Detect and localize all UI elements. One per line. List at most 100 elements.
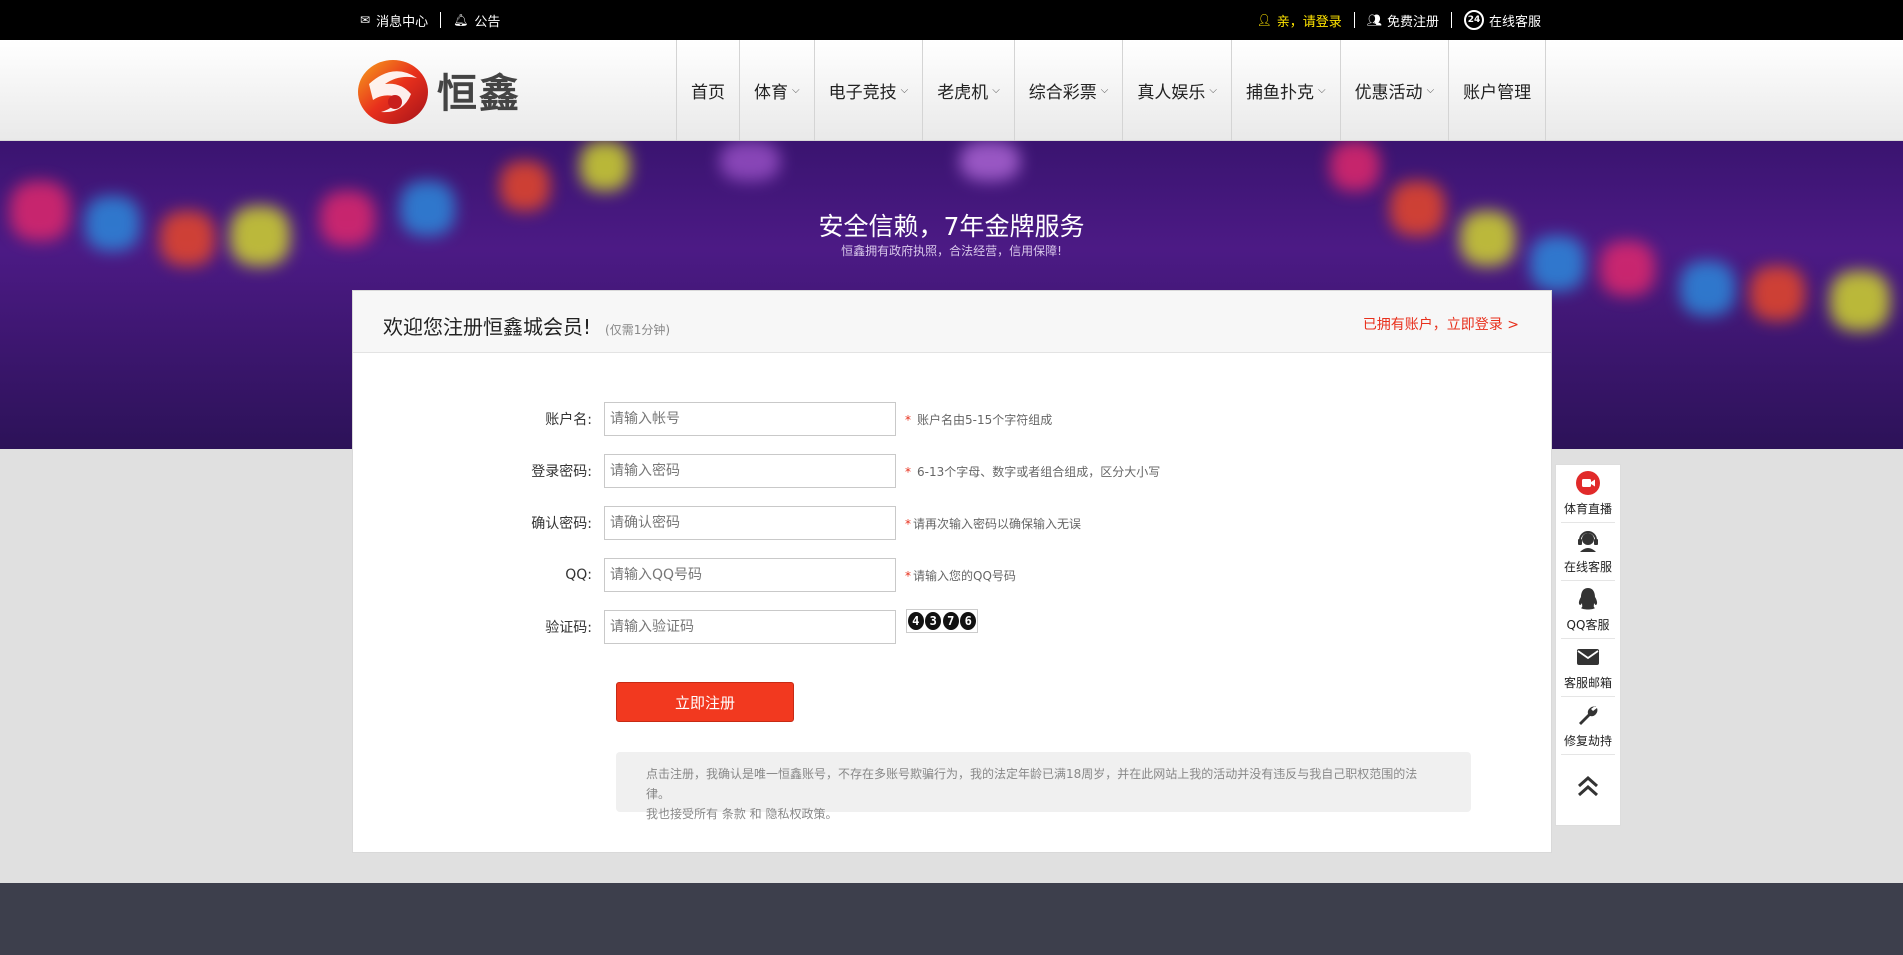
login-link[interactable]: 👤︎ 亲，请登录: [1256, 11, 1341, 30]
back-to-top-button[interactable]: [1556, 755, 1620, 817]
register-submit-button[interactable]: 立即注册: [616, 682, 794, 722]
side-fix-hijack[interactable]: 修复劫持: [1561, 697, 1615, 755]
envelope-icon: ✉: [360, 13, 371, 27]
captcha-char: 3: [925, 612, 942, 630]
captcha-label: 验证码:: [545, 620, 592, 636]
side-toolbar: 体育直播 在线客服 QQ客服 客服邮箱 修复劫持: [1555, 464, 1621, 826]
bell-icon: 🔔︎: [453, 13, 469, 27]
login-label: 亲，请登录: [1276, 14, 1342, 30]
qq-row: QQ: *请输入您的QQ号码: [353, 557, 1016, 593]
register-label: 免费注册: [1386, 14, 1439, 30]
username-input[interactable]: [604, 402, 896, 436]
nav-slots[interactable]: 老虎机 ⌵: [923, 40, 1015, 141]
logo[interactable]: 恒鑫: [355, 54, 521, 126]
divider: [1353, 12, 1355, 28]
nav-live-casino[interactable]: 真人娱乐 ⌵: [1123, 40, 1232, 141]
nav-lottery[interactable]: 综合彩票 ⌵: [1015, 40, 1124, 141]
nav-label: 综合彩票: [1028, 83, 1097, 103]
agreement-box: 点击注册，我确认是唯一恒鑫账号，不存在多账号欺骗行为，我的法定年龄已满18周岁，…: [616, 752, 1471, 821]
confirm-password-tip: * 请再次输入密码以确保输入无误: [905, 515, 1081, 532]
top-bar: ✉ 消息中心 🔔︎ 公告 👤︎ 亲，请登录 👥︎ 免费注册 24 在线客服: [0, 0, 1903, 40]
messages-link[interactable]: ✉ 消息中心: [360, 11, 428, 30]
logo-text: 恒鑫: [437, 70, 521, 117]
side-qq-service[interactable]: QQ客服: [1561, 581, 1615, 639]
bokeh-light: [720, 141, 780, 181]
username-tip-text: 账户名由5-15个字符组成: [917, 412, 1053, 427]
bokeh-light: [500, 161, 550, 211]
register-link[interactable]: 👥︎ 免费注册: [1367, 11, 1439, 30]
chevron-down-icon: ⌵: [1426, 85, 1435, 96]
logo-icon: [355, 54, 431, 126]
divider: [440, 12, 442, 28]
nav-promotions[interactable]: 优惠活动 ⌵: [1341, 40, 1450, 141]
double-chevron-up-icon: [1578, 775, 1598, 797]
captcha-input[interactable]: [604, 610, 896, 644]
banner-subtitle: 恒鑫拥有政府执照，合法经营，信用保障!: [841, 244, 1062, 258]
nav-label: 优惠活动: [1354, 83, 1423, 103]
password-input[interactable]: [604, 454, 896, 488]
nav-fishing-poker[interactable]: 捕鱼扑克 ⌵: [1232, 40, 1341, 141]
service-label: 在线客服: [1488, 14, 1541, 30]
nav-label: 首页: [691, 83, 725, 103]
side-label: 在线客服: [1563, 560, 1612, 574]
confirm-password-input[interactable]: [604, 506, 896, 540]
banner-slogan: 安全信赖，7年金牌服务: [818, 212, 1085, 241]
messages-label: 消息中心: [376, 14, 429, 30]
main-nav: 首页 体育 ⌵ 电子竞技 ⌵ 老虎机 ⌵ 综合彩票 ⌵ 真人娱乐 ⌵ 捕鱼扑克 ⌵ 优惠活动…: [676, 40, 1547, 141]
nav-label: 电子竞技: [828, 83, 897, 103]
side-label: 客服邮箱: [1563, 676, 1612, 690]
side-email-service[interactable]: 客服邮箱: [1561, 639, 1615, 697]
bokeh-light: [960, 141, 1020, 181]
nav-label: 老虎机: [937, 83, 989, 103]
side-label: QQ客服: [1566, 618, 1610, 632]
notice-label: 公告: [474, 14, 501, 30]
service-link[interactable]: 24 在线客服: [1463, 10, 1541, 30]
qq-penguin-icon: [1575, 586, 1601, 612]
notice-link[interactable]: 🔔︎ 公告: [453, 11, 500, 30]
captcha-char: 4: [907, 612, 924, 630]
nav-esports[interactable]: 电子竞技 ⌵: [815, 40, 924, 141]
live-video-icon: [1575, 470, 1601, 496]
qq-input[interactable]: [604, 558, 896, 592]
user-icon: 👤︎: [1256, 13, 1272, 27]
nav-label: 真人娱乐: [1137, 83, 1206, 103]
agreement-line-2: 我也接受所有 条款 和 隐私权政策。: [646, 807, 838, 821]
chevron-down-icon: ⌵: [1100, 85, 1109, 96]
user-plus-icon: 👥︎: [1366, 13, 1382, 27]
confirm-password-row: 确认密码: * 请再次输入密码以确保输入无误: [353, 505, 1081, 541]
required-star: *: [905, 516, 911, 531]
bokeh-light: [1830, 271, 1890, 331]
chevron-down-icon: ⌵: [1317, 85, 1326, 96]
login-existing-link[interactable]: 已拥有账户，立即登录 >: [1363, 314, 1519, 334]
nav-sports[interactable]: 体育 ⌵: [740, 40, 815, 141]
bokeh-light: [580, 141, 630, 191]
register-card: 欢迎您注册恒鑫城会员!(仅需1分钟) 已拥有账户，立即登录 > 账户名: *账户…: [352, 290, 1552, 853]
nav-label: 体育: [754, 83, 788, 103]
required-star: *: [905, 464, 911, 479]
card-header: 欢迎您注册恒鑫城会员! (仅需1分钟) 已拥有账户，立即登录 >: [353, 291, 1551, 353]
footer: [0, 883, 1903, 955]
username-row: 账户名: * 账户名由5-15个字符组成: [353, 401, 1052, 437]
nav-label: 捕鱼扑克: [1245, 83, 1314, 103]
24h-service-icon: 24: [1463, 10, 1484, 30]
chevron-down-icon: ⌵: [792, 85, 800, 96]
password-row: 登录密码: * 6-13个字母、数字或者组合组成，区分大小写: [353, 453, 1160, 489]
header: 恒鑫 首页 体育 ⌵ 电子竞技 ⌵ 老虎机 ⌵ 综合彩票 ⌵ 真人娱乐 ⌵ 捕鱼扑克 ⌵ 优…: [0, 40, 1903, 141]
confirm-password-tip-text: 请再次输入密码以确保输入无误: [913, 516, 1082, 531]
username-tip: * 账户名由5-15个字符组成: [905, 411, 1052, 428]
chevron-down-icon: ⌵: [1209, 85, 1217, 96]
captcha-image[interactable]: 4 3 7 6: [906, 609, 978, 633]
side-online-service[interactable]: 在线客服: [1561, 523, 1615, 581]
side-label: 体育直播: [1563, 502, 1612, 516]
card-title: 欢迎您注册恒鑫城会员! (仅需1分钟): [383, 311, 670, 340]
bokeh-light: [1750, 266, 1805, 321]
qq-label: QQ:: [565, 567, 592, 583]
qq-tip-text: 请输入您的QQ号码: [913, 568, 1016, 583]
required-star: *: [905, 568, 911, 583]
chevron-down-icon: ⌵: [992, 85, 1000, 96]
headset-icon: [1575, 528, 1601, 554]
card-title-text: 欢迎您注册恒鑫城会员!: [383, 315, 592, 339]
side-live-sports[interactable]: 体育直播: [1561, 465, 1615, 523]
nav-account[interactable]: 账户管理: [1449, 40, 1547, 141]
nav-home[interactable]: 首页: [677, 40, 740, 141]
